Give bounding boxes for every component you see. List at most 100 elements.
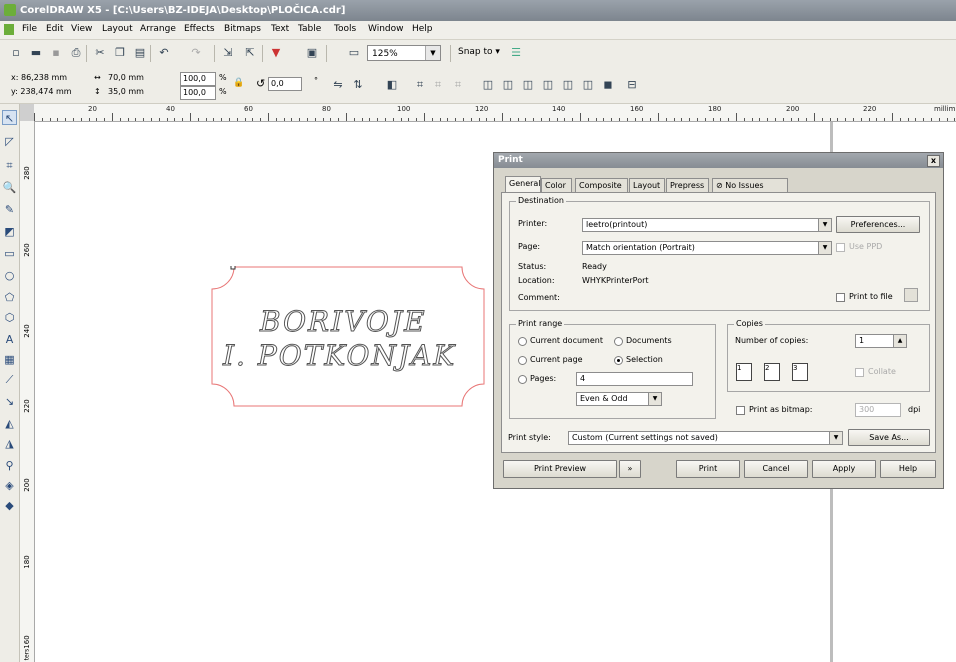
back-minus-front-icon[interactable]: ◼ <box>600 77 616 93</box>
save-as-button[interactable]: Save As... <box>848 429 930 446</box>
document-icon[interactable] <box>4 24 14 35</box>
cut-icon[interactable]: ✂ <box>92 45 108 61</box>
documents-radio[interactable] <box>614 337 623 346</box>
width-field[interactable]: 70,0 mm <box>106 72 168 86</box>
scale-x-field[interactable]: 100,0 <box>180 72 216 86</box>
rotation-field[interactable]: 0,0 <box>268 77 302 91</box>
expand-preview-button[interactable]: » <box>619 460 641 478</box>
scale-y-field[interactable]: 100,0 <box>180 86 216 100</box>
intersect-icon[interactable]: ◫ <box>540 77 556 93</box>
current-document-radio[interactable] <box>518 337 527 346</box>
text-tool-icon[interactable]: A <box>2 332 17 347</box>
current-page-radio[interactable] <box>518 356 527 365</box>
fill-tool-icon[interactable]: ◆ <box>2 498 17 513</box>
basic-shapes-tool-icon[interactable]: ⬡ <box>2 310 17 325</box>
paste-icon[interactable]: ▤ <box>132 45 148 61</box>
options-icon[interactable]: ☰ <box>508 45 524 61</box>
eyedropper-tool-icon[interactable]: ⚲ <box>2 458 17 473</box>
preferences-button[interactable]: Preferences... <box>836 216 920 233</box>
tab-layout[interactable]: Layout <box>629 178 665 192</box>
print-to-file-options-button[interactable] <box>904 288 918 302</box>
menu-file[interactable]: File <box>22 24 37 34</box>
print-as-bitmap-checkbox[interactable] <box>736 406 745 415</box>
tab-general[interactable]: General <box>505 176 541 192</box>
front-minus-back-icon[interactable]: ◫ <box>580 77 596 93</box>
dimension-tool-icon[interactable]: ⟋ <box>2 372 17 387</box>
crop-tool-icon[interactable]: ⌗ <box>2 158 17 173</box>
pages-input[interactable]: 4 <box>576 372 693 386</box>
menu-arrange[interactable]: Arrange <box>140 24 176 34</box>
menu-table[interactable]: Table <box>298 24 321 34</box>
print-preview-button[interactable]: Print Preview <box>503 460 617 478</box>
use-ppd-checkbox[interactable] <box>836 243 845 252</box>
table-tool-icon[interactable]: ▦ <box>2 352 17 367</box>
height-field[interactable]: 35,0 mm <box>106 86 168 100</box>
tab-composite[interactable]: Composite <box>575 178 628 192</box>
horizontal-ruler[interactable]: 20 40 60 80 100 120 140 160 180 200 220 … <box>34 104 956 122</box>
menu-layout[interactable]: Layout <box>102 24 133 34</box>
pick-tool-icon[interactable]: ↖ <box>2 110 17 125</box>
menu-view[interactable]: View <box>71 24 92 34</box>
tab-prepress[interactable]: Prepress <box>666 178 709 192</box>
undo-icon[interactable]: ↶ <box>156 45 172 61</box>
even-odd-select[interactable]: Even & Odd ▼ <box>576 392 662 406</box>
y-position-field[interactable]: y: 238,474 mm <box>9 86 89 100</box>
connector-tool-icon[interactable]: ↘ <box>2 394 17 409</box>
apply-button[interactable]: Apply <box>812 460 876 478</box>
combine-icon[interactable]: ◫ <box>480 77 496 93</box>
menu-help[interactable]: Help <box>412 24 433 34</box>
print-style-select[interactable]: Custom (Current settings not saved) ▼ <box>568 431 843 445</box>
number-of-copies-spinner[interactable]: 1 ▲ <box>855 334 907 348</box>
weld-icon[interactable]: ◫ <box>500 77 516 93</box>
application-launcher-icon[interactable]: ▼ <box>268 45 284 61</box>
zoom-tool-icon[interactable]: 🔍 <box>2 180 17 195</box>
print-icon[interactable]: ⎙ <box>68 45 84 61</box>
menu-tools[interactable]: Tools <box>334 24 356 34</box>
print-button[interactable]: Print <box>676 460 740 478</box>
lock-ratio-icon[interactable]: 🔒 <box>233 78 244 88</box>
open-icon[interactable]: ▬ <box>28 45 44 61</box>
x-position-field[interactable]: x: 86,238 mm <box>9 72 89 86</box>
import-icon[interactable]: ⇲ <box>220 45 236 61</box>
close-button[interactable]: x <box>927 155 940 167</box>
trim-icon[interactable]: ◫ <box>520 77 536 93</box>
menu-bitmaps[interactable]: Bitmaps <box>224 24 261 34</box>
pages-radio[interactable] <box>518 375 527 384</box>
menu-text[interactable]: Text <box>271 24 289 34</box>
transparency-tool-icon[interactable]: ◮ <box>2 436 17 451</box>
collate-checkbox[interactable] <box>855 368 864 377</box>
create-boundary-icon[interactable]: ⊟ <box>624 77 640 93</box>
cancel-button[interactable]: Cancel <box>744 460 808 478</box>
tab-no-issues[interactable]: ⊘ No Issues <box>712 178 788 192</box>
redo-icon[interactable]: ↷ <box>188 45 204 61</box>
menu-effects[interactable]: Effects <box>184 24 215 34</box>
snap-to-dropdown[interactable]: Snap to ▾ <box>458 47 500 57</box>
new-document-icon[interactable]: ▫ <box>8 45 24 61</box>
plaque-object[interactable]: BORIVOJE I. POTKONJAK <box>210 264 486 407</box>
export-icon[interactable]: ⇱ <box>242 45 258 61</box>
align-distribute-icon[interactable]: ◧ <box>384 77 400 93</box>
full-screen-icon[interactable]: ▭ <box>346 45 362 61</box>
polygon-tool-icon[interactable]: ⬠ <box>2 290 17 305</box>
dpi-spinner[interactable]: 300 <box>855 403 901 417</box>
tab-color[interactable]: Color <box>541 178 572 192</box>
help-button[interactable]: Help <box>880 460 936 478</box>
selection-radio[interactable] <box>614 356 623 365</box>
smart-fill-tool-icon[interactable]: ◩ <box>2 224 17 239</box>
rectangle-tool-icon[interactable]: ▭ <box>2 246 17 261</box>
menu-window[interactable]: Window <box>368 24 404 34</box>
ellipse-tool-icon[interactable]: ○ <box>2 268 17 283</box>
outline-tool-icon[interactable]: ◈ <box>2 478 17 493</box>
printer-select[interactable]: leetro(printout) ▼ <box>582 218 832 232</box>
ungroup-all-icon[interactable]: ⌗ <box>450 77 466 93</box>
mirror-vertical-icon[interactable]: ⇅ <box>350 77 366 93</box>
simplify-icon[interactable]: ◫ <box>560 77 576 93</box>
zoom-level-dropdown[interactable]: 125% ▼ <box>367 45 441 61</box>
group-icon[interactable]: ⌗ <box>412 77 428 93</box>
ungroup-icon[interactable]: ⌗ <box>430 77 446 93</box>
mirror-horizontal-icon[interactable]: ⇋ <box>330 77 346 93</box>
blend-tool-icon[interactable]: ◭ <box>2 416 17 431</box>
vertical-ruler[interactable]: 280 260 240 220 200 180 160 ters <box>20 121 35 662</box>
copy-icon[interactable]: ❐ <box>112 45 128 61</box>
shape-tool-icon[interactable]: ◸ <box>2 134 17 149</box>
